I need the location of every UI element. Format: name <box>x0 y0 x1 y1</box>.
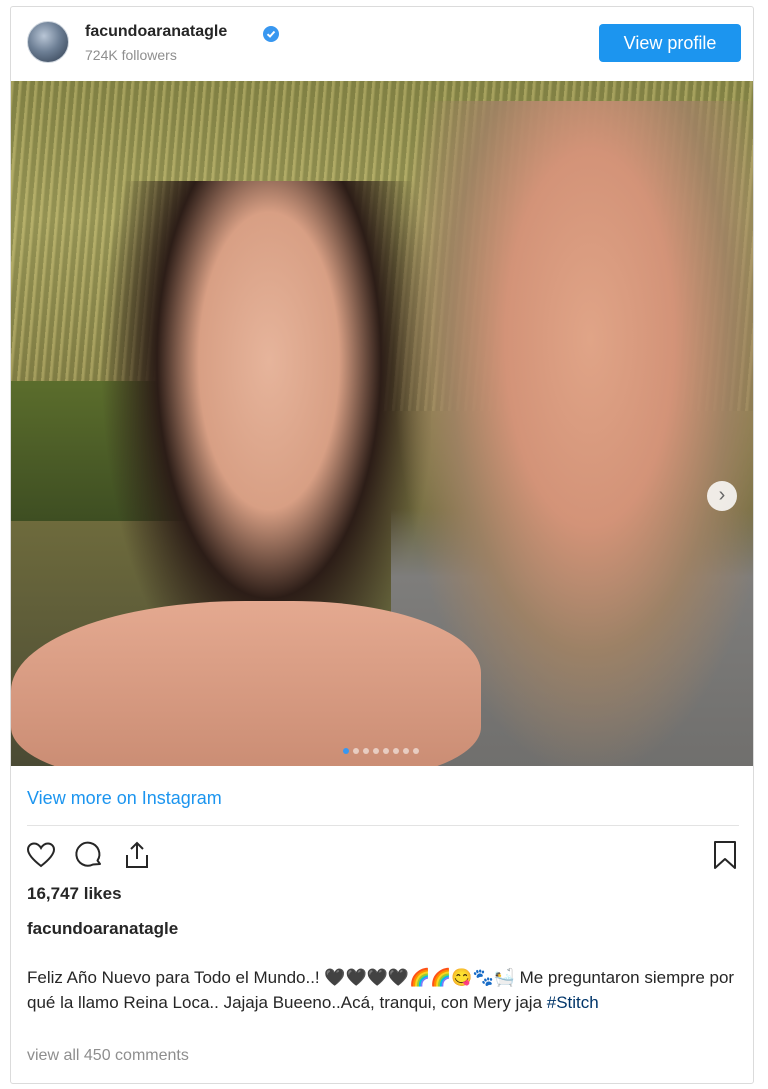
carousel-dot[interactable] <box>373 748 379 754</box>
follower-count: 724K followers <box>85 47 177 63</box>
divider <box>27 825 739 826</box>
avatar[interactable] <box>27 21 69 63</box>
carousel-dot[interactable] <box>403 748 409 754</box>
carousel-dots <box>321 741 441 754</box>
instagram-embed: facundoaranatagle 724K followers View pr… <box>10 6 754 1084</box>
action-bar <box>25 839 741 875</box>
carousel-dot[interactable] <box>353 748 359 754</box>
post-header: facundoaranatagle 724K followers View pr… <box>11 7 753 81</box>
like-count[interactable]: 16,747 likes <box>27 884 122 904</box>
view-profile-button[interactable]: View profile <box>599 24 741 62</box>
view-more-link[interactable]: View more on Instagram <box>27 788 222 809</box>
caption-text: Feliz Año Nuevo para Todo el Mundo..! 🖤🖤… <box>27 968 735 1012</box>
caption-username[interactable]: facundoaranatagle <box>27 919 178 939</box>
carousel-dot[interactable] <box>413 748 419 754</box>
caption: Feliz Año Nuevo para Todo el Mundo..! 🖤🖤… <box>27 965 739 1015</box>
view-comments-link[interactable]: view all 450 comments <box>27 1047 189 1065</box>
hashtag-link[interactable]: #Stitch <box>547 993 599 1012</box>
carousel-dot[interactable] <box>343 748 349 754</box>
carousel-dot[interactable] <box>383 748 389 754</box>
bookmark-icon[interactable] <box>709 839 741 871</box>
post-image[interactable]: › <box>11 81 753 766</box>
carousel-dot[interactable] <box>393 748 399 754</box>
username[interactable]: facundoaranatagle <box>85 23 227 41</box>
chevron-right-icon[interactable]: › <box>707 481 737 511</box>
share-icon[interactable] <box>121 839 153 871</box>
comment-icon[interactable] <box>73 839 105 871</box>
verified-badge-icon <box>263 26 279 42</box>
heart-icon[interactable] <box>25 839 57 871</box>
carousel-dot[interactable] <box>363 748 369 754</box>
